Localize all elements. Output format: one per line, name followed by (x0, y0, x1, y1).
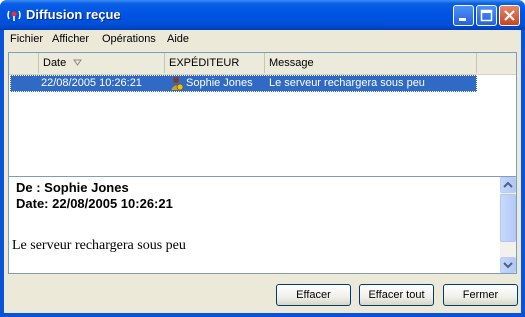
menu-fichier[interactable]: Fichier (10, 33, 43, 45)
message-row[interactable]: 22/08/2005 10:26:21 Sophie Jones Le serv… (10, 75, 477, 92)
detail-scrollbar[interactable] (500, 177, 516, 273)
menu-operations[interactable]: Opérations (102, 33, 156, 45)
row-message: Le serveur rechargera sous peu (269, 77, 425, 89)
scroll-up-button[interactable] (500, 177, 516, 193)
row-date: 22/08/2005 10:26:21 (41, 77, 142, 89)
maximize-icon (480, 9, 493, 22)
menu-aide[interactable]: Aide (167, 33, 189, 45)
header-spacer (9, 53, 39, 73)
close-icon (504, 10, 515, 21)
user-icon (171, 77, 184, 91)
column-message[interactable]: Message (265, 53, 477, 73)
detail-date: Date: 22/08/2005 10:26:21 (16, 196, 173, 211)
broadcast-icon (7, 10, 21, 21)
list-header: Date EXPÉDITEUR Message (9, 53, 516, 75)
window-title: Diffusion reçue (26, 7, 121, 22)
header-filler (477, 53, 516, 73)
message-detail-pane[interactable]: De : Sophie Jones Date: 22/08/2005 10:26… (8, 176, 517, 274)
clear-button[interactable]: Effacer (276, 284, 351, 306)
menu-bar: Fichier Afficher Opérations Aide (4, 30, 521, 49)
message-detail-content: De : Sophie Jones Date: 22/08/2005 10:26… (11, 179, 498, 271)
sort-descending-icon (73, 59, 83, 66)
column-date-label: Date (43, 57, 67, 69)
maximize-button[interactable] (476, 5, 497, 26)
column-date[interactable]: Date (39, 53, 165, 73)
detail-body: Le serveur rechargera sous peu (12, 238, 186, 253)
menu-afficher[interactable]: Afficher (52, 33, 89, 45)
scroll-thumb[interactable] (500, 194, 516, 242)
minimize-button[interactable] (453, 5, 474, 26)
title-bar[interactable]: Diffusion reçue (0, 0, 525, 30)
detail-from: De : Sophie Jones (16, 180, 129, 195)
minimize-icon (459, 18, 466, 21)
scroll-down-button[interactable] (500, 257, 516, 273)
close-button[interactable]: Fermer (443, 284, 518, 306)
chevron-up-icon (503, 181, 513, 188)
clear-all-button[interactable]: Effacer tout (359, 284, 434, 306)
chevron-down-icon (503, 262, 513, 269)
row-sender: Sophie Jones (186, 77, 253, 89)
window-client: Fichier Afficher Opérations Aide Date EX… (4, 30, 521, 313)
column-sender[interactable]: EXPÉDITEUR (165, 53, 265, 73)
app-window: Diffusion reçue Fichier Afficher Opérati… (0, 0, 525, 317)
close-window-button[interactable] (499, 5, 520, 26)
